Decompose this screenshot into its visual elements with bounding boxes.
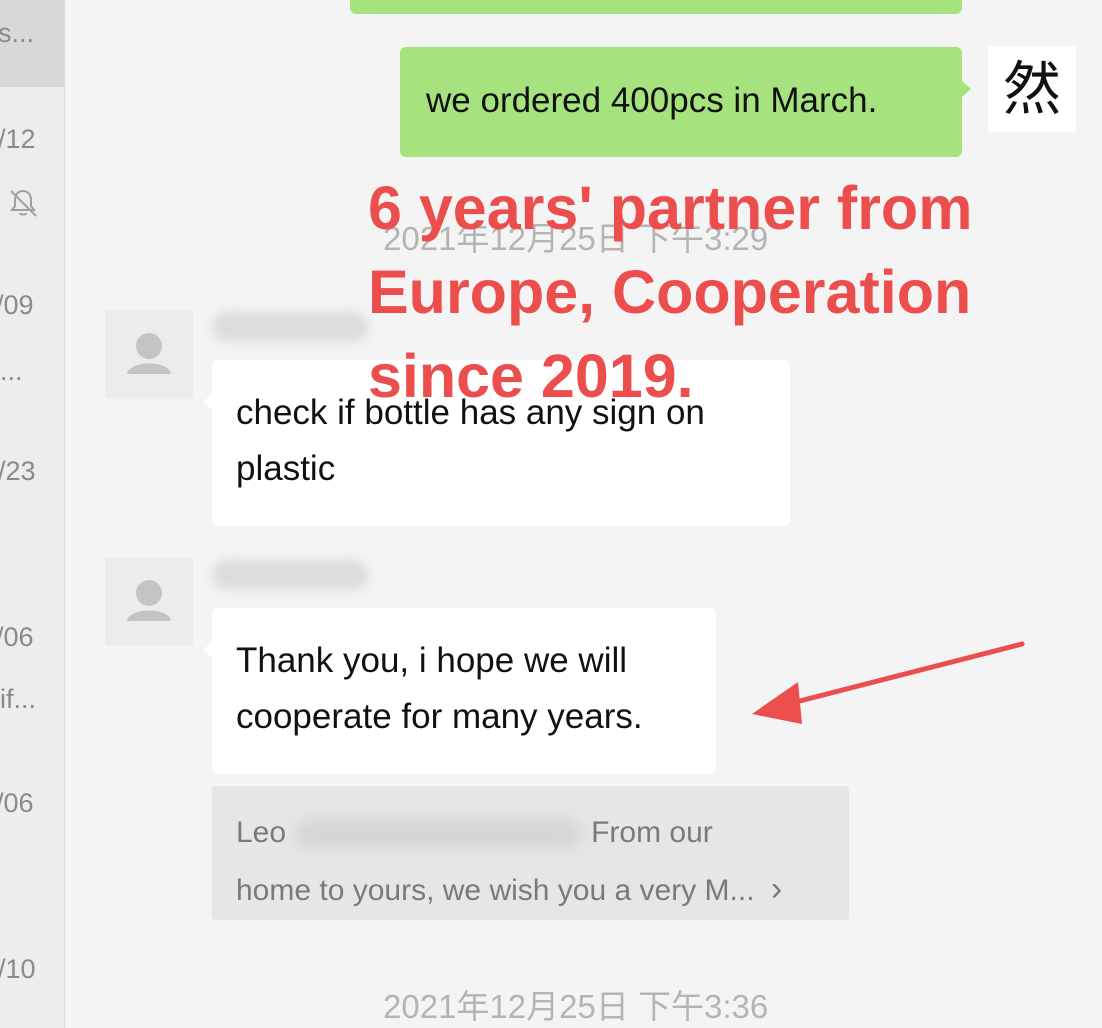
- message-text: Thank you, i hope we will cooperate for …: [236, 641, 643, 736]
- timestamp: 2021年12月25日 下午3:36: [383, 988, 769, 1025]
- conversation-date[interactable]: /23: [0, 456, 62, 487]
- conversation-date[interactable]: /10: [0, 954, 62, 985]
- person-icon: [127, 580, 171, 621]
- message-text: we ordered 400pcs in March.: [426, 81, 878, 120]
- avatar-glyph: 然: [1002, 55, 1061, 123]
- annotation-arrow-icon: [752, 641, 1025, 724]
- message-bubble-outgoing[interactable]: we ordered 400pcs in March.: [400, 47, 962, 157]
- conversation-snippet[interactable]: if...: [0, 684, 64, 715]
- conversation-date[interactable]: /06: [0, 788, 60, 819]
- avatar-contact[interactable]: [105, 557, 193, 645]
- blurred-text: [296, 819, 582, 850]
- bubble-tail: [961, 80, 971, 98]
- conversation-date[interactable]: /12: [0, 124, 62, 155]
- contact-name-blurred: [212, 560, 368, 590]
- conversation-snippet[interactable]: ...: [0, 356, 64, 387]
- annotation-caption: 6 years' partner from Europe, Cooperatio…: [368, 166, 1068, 418]
- link-card-line1: Leo From our: [236, 805, 825, 861]
- bubble-tail: [203, 641, 213, 659]
- annotation-line: Europe, Cooperation: [368, 258, 972, 326]
- annotation-line: 6 years' partner from: [368, 174, 973, 242]
- avatar-self[interactable]: 然: [988, 46, 1076, 132]
- conversation-snippet[interactable]: s...: [0, 18, 62, 49]
- link-card-name: Leo: [236, 816, 287, 849]
- chevron-right-icon: ›: [770, 870, 783, 908]
- person-icon: [127, 333, 171, 374]
- avatar-contact[interactable]: [105, 310, 193, 398]
- conversation-date[interactable]: /09: [0, 290, 60, 321]
- link-card-preview: home to yours, we wish you a very M...: [236, 874, 755, 907]
- annotation-line: since 2019.: [368, 342, 694, 410]
- link-card-text: From our: [591, 816, 713, 849]
- bubble-tail: [203, 393, 213, 411]
- link-card-line2: home to yours, we wish you a very M... ›: [236, 861, 825, 919]
- conversation-date[interactable]: /06: [0, 622, 60, 653]
- message-bubble-partial[interactable]: [350, 0, 962, 14]
- conversation-list: s... /12 /09 ... /23 /06 if... /06 /10: [0, 0, 65, 1028]
- bell-muted-icon: [10, 189, 37, 217]
- contact-name-blurred: [212, 312, 368, 342]
- message-bubble-incoming[interactable]: Thank you, i hope we will cooperate for …: [212, 608, 716, 774]
- shared-link-card[interactable]: Leo From our home to yours, we wish you a…: [212, 786, 849, 920]
